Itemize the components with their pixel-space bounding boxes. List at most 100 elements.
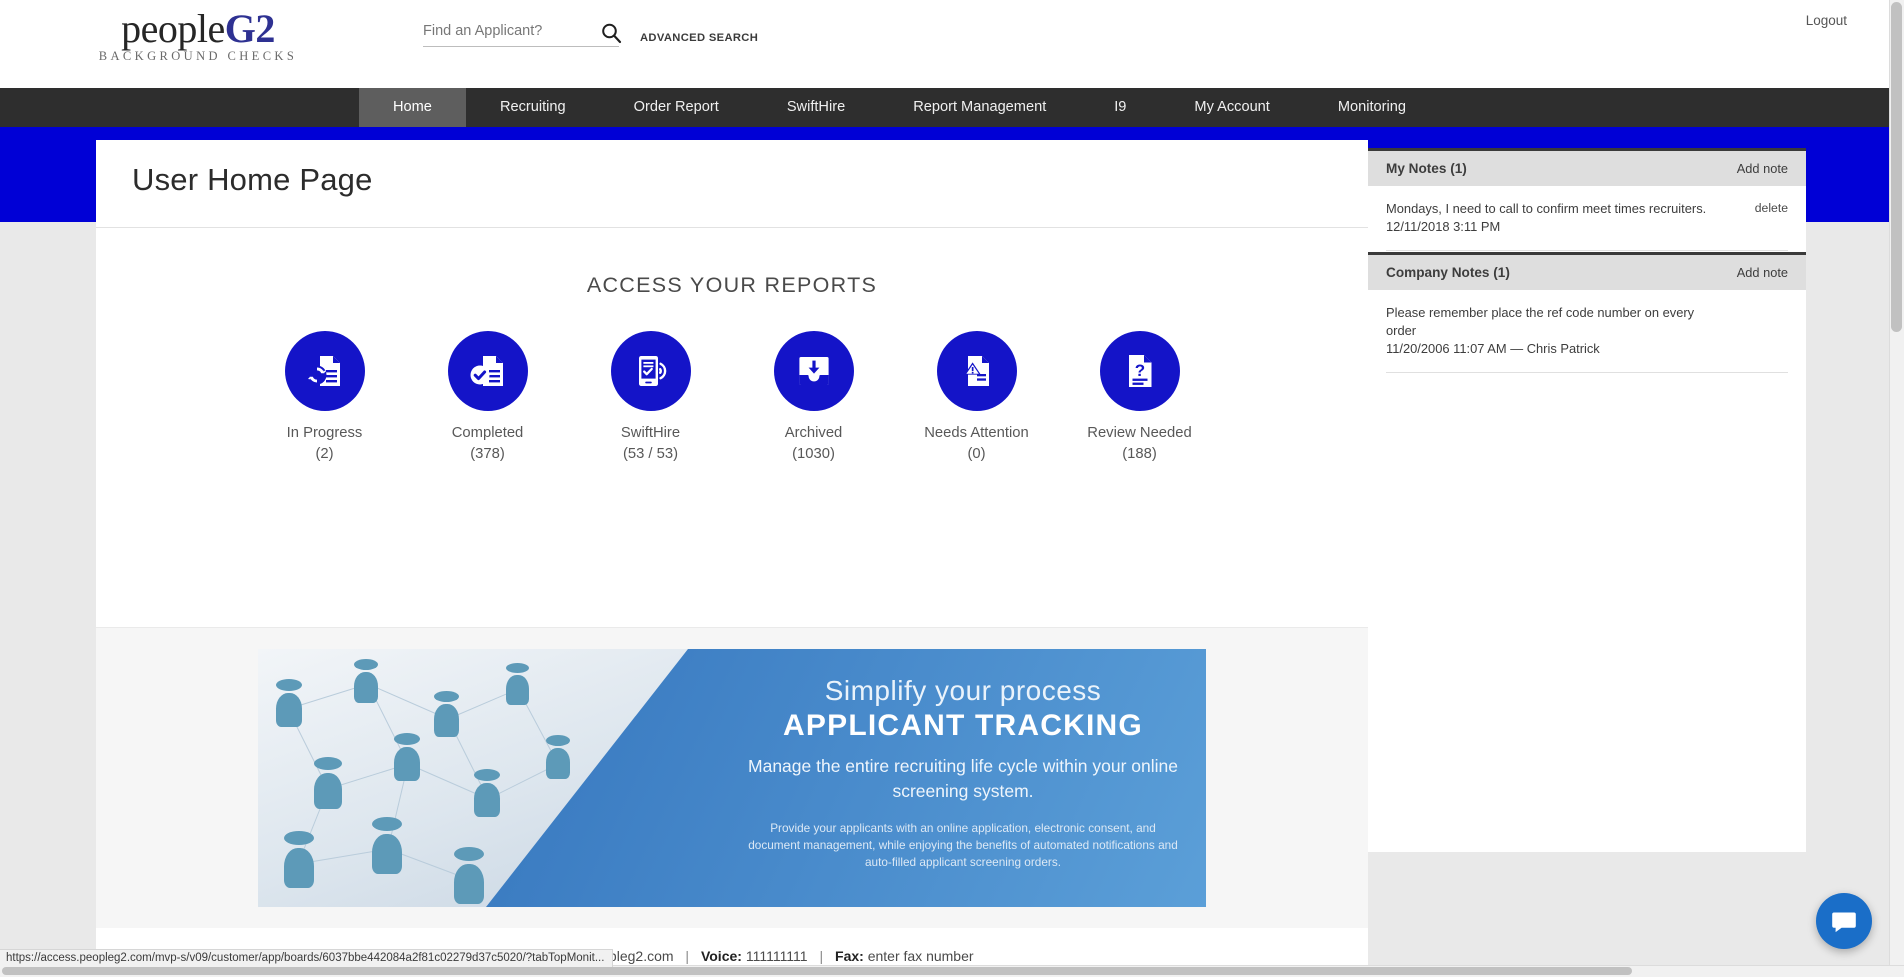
logo-word-people: people: [121, 6, 225, 51]
logout-link[interactable]: Logout: [1806, 13, 1847, 28]
report-tiles-row: In Progress (2) Completed (378) SwiftHir…: [96, 331, 1368, 465]
my-notes-body: Mondays, I need to call to confirm meet …: [1368, 186, 1806, 251]
report-tile-count: (1030): [792, 446, 835, 462]
page-title: User Home Page: [132, 162, 373, 197]
contact-separator-1: |: [685, 948, 690, 964]
report-tile-count: (53 / 53): [622, 446, 679, 462]
report-tile-archived[interactable]: Archived (1030): [732, 331, 895, 465]
nav-item-i9[interactable]: I9: [1080, 88, 1160, 127]
note-meta: 11/20/2006 11:07 AM — Chris Patrick: [1386, 341, 1600, 356]
search-icon[interactable]: [600, 22, 622, 44]
contact-voice-value: 111111111: [745, 948, 808, 964]
banner-text-block: Simplify your process APPLICANT TRACKING…: [728, 649, 1198, 907]
contact-separator-2: |: [819, 948, 824, 964]
person-figure: [354, 659, 378, 704]
mobile-check-signal-icon: [610, 331, 691, 411]
person-figure: [314, 757, 342, 809]
nav-item-recruiting[interactable]: Recruiting: [466, 88, 600, 127]
my-notes-add-note-button[interactable]: Add note: [1737, 161, 1788, 176]
person-figure: [546, 735, 570, 780]
report-tile-label: Archived: [784, 425, 843, 441]
vertical-scrollbar-thumb[interactable]: [1891, 2, 1902, 332]
search-input[interactable]: [423, 23, 619, 47]
document-question-icon: ?: [1099, 331, 1180, 411]
site-header: peopleG2 BACKGROUND CHECKS ADVANCED SEAR…: [0, 0, 1904, 88]
report-tile-count: (0): [967, 446, 986, 462]
logo-tagline: BACKGROUND CHECKS: [98, 49, 298, 63]
nav-item-report-management[interactable]: Report Management: [879, 88, 1080, 127]
person-figure: [474, 769, 500, 818]
logo-wordmark: peopleG2: [93, 7, 303, 51]
chat-icon: [1832, 912, 1856, 933]
banner-line-2: APPLICANT TRACKING: [783, 709, 1143, 742]
company-notes-add-note-button[interactable]: Add note: [1737, 265, 1788, 280]
my-notes-panel: My Notes (1) Add note Mondays, I need to…: [1368, 148, 1806, 252]
report-tile-label: Review Needed: [1087, 425, 1192, 441]
nav-item-home[interactable]: Home: [359, 88, 466, 127]
report-tile-swifthire[interactable]: SwiftHire (53 / 53): [569, 331, 732, 465]
my-notes-title: My Notes (1): [1386, 161, 1467, 176]
logo-word-g2: G2: [224, 6, 276, 51]
banner-line-3: Manage the entire recruiting life cycle …: [748, 756, 1178, 801]
company-notes-panel-header: Company Notes (1) Add note: [1368, 252, 1806, 290]
person-figure: [394, 733, 420, 782]
promo-banner-area: Simplify your process APPLICANT TRACKING…: [96, 628, 1368, 928]
report-tile-count: (378): [470, 446, 505, 462]
note-meta: 12/11/2018 3:11 PM: [1386, 219, 1501, 234]
nav-items-container: Home Recruiting Order Report SwiftHire R…: [359, 88, 1440, 127]
nav-item-swifthire[interactable]: SwiftHire: [753, 88, 879, 127]
person-figure: [284, 831, 314, 888]
nav-item-monitoring[interactable]: Monitoring: [1304, 88, 1440, 127]
my-notes-panel-header: My Notes (1) Add note: [1368, 148, 1806, 186]
note-item: Mondays, I need to call to confirm meet …: [1386, 200, 1788, 251]
banner-line-1: Simplify your process: [824, 675, 1102, 706]
access-reports-section: ACCESS YOUR REPORTS In Progress (2) Comp…: [96, 228, 1368, 628]
nav-item-order-report[interactable]: Order Report: [600, 88, 753, 127]
status-bar-url: https://access.peopleg2.com/mvp-s/v09/cu…: [0, 949, 614, 967]
note-item: Please remember place the ref code numbe…: [1386, 304, 1788, 373]
inbox-download-icon: [773, 331, 854, 411]
applicant-tracking-banner[interactable]: Simplify your process APPLICANT TRACKING…: [258, 649, 1206, 907]
horizontal-scrollbar-thumb[interactable]: [2, 967, 1632, 975]
person-figure: [276, 679, 302, 728]
banner-line-4: Provide your applicants with an online a…: [748, 821, 1178, 869]
document-check-icon: [447, 331, 528, 411]
document-alert-icon: [936, 331, 1017, 411]
contact-fax-value[interactable]: enter fax number: [868, 948, 974, 964]
site-logo[interactable]: peopleG2 BACKGROUND CHECKS: [93, 7, 303, 64]
main-navigation: Home Recruiting Order Report SwiftHire R…: [0, 88, 1904, 127]
report-tile-label: SwiftHire: [620, 425, 681, 441]
company-notes-body: Please remember place the ref code numbe…: [1368, 290, 1806, 373]
company-notes-title: Company Notes (1): [1386, 265, 1510, 280]
person-figure: [434, 691, 459, 738]
report-tile-review-needed[interactable]: ? Review Needed (188): [1058, 331, 1221, 465]
report-tile-count: (2): [315, 446, 334, 462]
nav-item-my-account[interactable]: My Account: [1160, 88, 1303, 127]
contact-fax-label: Fax:: [835, 948, 864, 964]
contact-voice-label: Voice:: [700, 948, 742, 964]
report-tile-count: (188): [1122, 446, 1157, 462]
report-tile-label: Completed: [451, 425, 524, 441]
svg-text:?: ?: [1134, 361, 1144, 380]
report-tile-label: In Progress: [286, 425, 363, 441]
person-figure: [454, 847, 484, 904]
person-figure: [372, 817, 402, 874]
notes-sidebar: My Notes (1) Add note Mondays, I need to…: [1368, 148, 1806, 852]
note-text: Please remember place the ref code numbe…: [1386, 305, 1695, 338]
advanced-search-link[interactable]: ADVANCED SEARCH: [640, 32, 758, 44]
report-tile-completed[interactable]: Completed (378): [406, 331, 569, 465]
page-title-row: User Home Page: [96, 140, 1368, 228]
report-tile-label: Needs Attention: [924, 425, 1029, 441]
person-figure: [506, 663, 529, 706]
reports-heading: ACCESS YOUR REPORTS: [586, 273, 878, 297]
chat-widget-button[interactable]: [1816, 893, 1872, 949]
report-tile-in-progress[interactable]: In Progress (2): [243, 331, 406, 465]
report-tile-needs-attention[interactable]: Needs Attention (0): [895, 331, 1058, 465]
note-text: Mondays, I need to call to confirm meet …: [1386, 201, 1707, 216]
document-refresh-icon: [284, 331, 365, 411]
main-content-card: User Home Page ACCESS YOUR REPORTS In Pr…: [96, 140, 1368, 965]
company-notes-panel: Company Notes (1) Add note Please rememb…: [1368, 252, 1806, 852]
search-field-wrap: [423, 22, 619, 47]
vertical-scrollbar[interactable]: [1889, 0, 1904, 977]
note-delete-button[interactable]: delete: [1755, 201, 1788, 215]
